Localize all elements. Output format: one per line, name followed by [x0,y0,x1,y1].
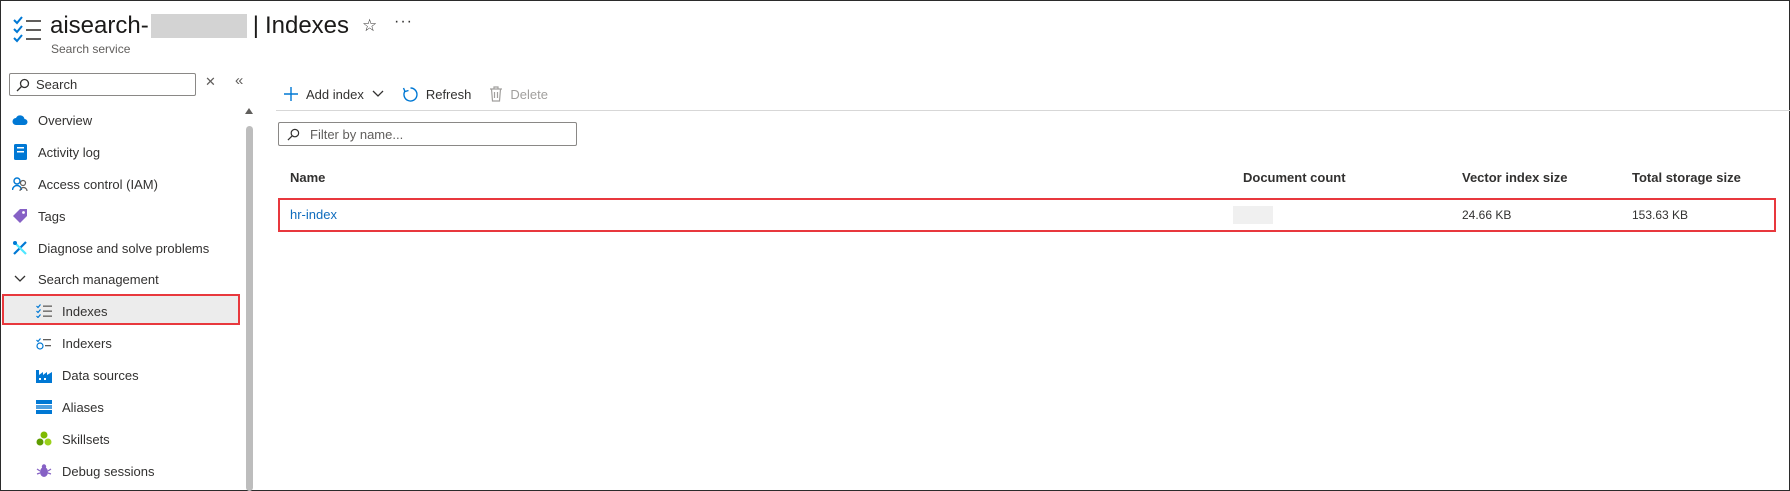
indexes-list-icon [13,16,41,43]
people-icon [12,176,28,192]
sidebar-item-label: Aliases [62,399,104,415]
sidebar-item-indexes[interactable]: Indexes [36,297,108,325]
sidebar-item-label: Activity log [38,144,101,160]
clear-search-icon[interactable]: ✕ [205,74,216,90]
sidebar-group-search-management[interactable]: Search management [12,265,159,293]
bug-icon [36,463,52,479]
sidebar-item-label: Diagnose and solve problems [38,240,210,256]
factory-icon [36,367,52,383]
vector-index-size-cell: 24.66 KB [1462,208,1512,222]
sidebar-item-label: Indexers [62,335,112,351]
star-icon[interactable]: ☆ [362,16,377,36]
page-subtitle: Search service [51,42,131,56]
table-row-highlight [278,198,1776,232]
sidebar-search[interactable] [9,73,196,96]
filter-box[interactable] [278,122,577,146]
sidebar-item-label: Skillsets [62,431,110,447]
sidebar-item-label: Debug sessions [62,463,155,479]
log-icon [12,144,28,160]
column-header-name[interactable]: Name [290,170,325,185]
list-check-icon [36,303,52,319]
indexer-icon [36,335,52,351]
collapse-sidebar-icon[interactable]: « [235,72,243,89]
delete-button[interactable]: Delete [489,86,548,102]
trash-icon [489,86,503,102]
column-header-document-count[interactable]: Document count [1243,170,1346,185]
sidebar-item-diagnose[interactable]: Diagnose and solve problems [12,234,209,262]
sidebar-item-label: Search management [38,271,159,287]
column-header-total-storage-size[interactable]: Total storage size [1632,170,1741,185]
sidebar-item-aliases[interactable]: Aliases [36,393,104,421]
chevron-down-icon [12,271,28,287]
sidebar-item-label: Data sources [62,367,139,383]
sidebar-search-input[interactable] [36,77,186,92]
delete-label: Delete [510,86,548,102]
sidebar-item-activity-log[interactable]: Activity log [12,138,100,166]
toolbar-divider [276,110,1790,111]
add-index-button[interactable]: Add index [283,86,384,102]
command-bar: Add index Refresh Delete [283,82,566,106]
tag-icon [12,208,28,224]
refresh-button[interactable]: Refresh [402,86,472,103]
sidebar-item-data-sources[interactable]: Data sources [36,361,139,389]
sidebar-item-access-control[interactable]: Access control (IAM) [12,170,158,198]
index-name-link[interactable]: hr-index [290,207,337,222]
search-icon [287,128,300,140]
sidebar-item-indexers[interactable]: Indexers [36,329,112,357]
page-name: Indexes [264,12,350,39]
filter-input[interactable] [310,126,570,142]
sidebar-item-label: Tags [38,208,66,224]
refresh-label: Refresh [425,86,472,102]
sidebar-item-skillsets[interactable]: Skillsets [36,425,110,453]
add-index-label: Add index [306,86,364,102]
sidebar-item-debug-sessions[interactable]: Debug sessions [36,457,155,485]
sidebar-item-label: Indexes [62,303,108,319]
chevron-down-icon [372,90,384,98]
page-title: aisearch- | Indexes [50,12,349,40]
redacted-name [150,14,247,38]
scroll-up-arrow[interactable] [245,108,253,114]
ellipsis-icon[interactable]: ··· [394,13,413,31]
total-storage-size-cell: 153.63 KB [1632,208,1689,222]
stack-icon [36,399,52,415]
wrench-icon [12,240,28,256]
sidebar-item-label: Access control (IAM) [38,176,158,192]
sidebar-item-overview[interactable]: Overview [12,106,92,134]
sidebar-scrollbar[interactable] [246,126,253,491]
refresh-icon [402,86,419,103]
service-name: aisearch- [50,12,149,39]
window-frame [0,0,1790,491]
sidebar-item-label: Overview [38,112,93,128]
redacted-document-count [1233,206,1273,224]
plus-icon [283,86,299,102]
cubes-icon [36,431,52,447]
sidebar-item-tags[interactable]: Tags [12,202,65,230]
search-icon [16,78,30,91]
cloud-icon [12,112,28,128]
column-header-vector-index-size[interactable]: Vector index size [1462,170,1568,185]
title-separator: | [252,12,259,39]
